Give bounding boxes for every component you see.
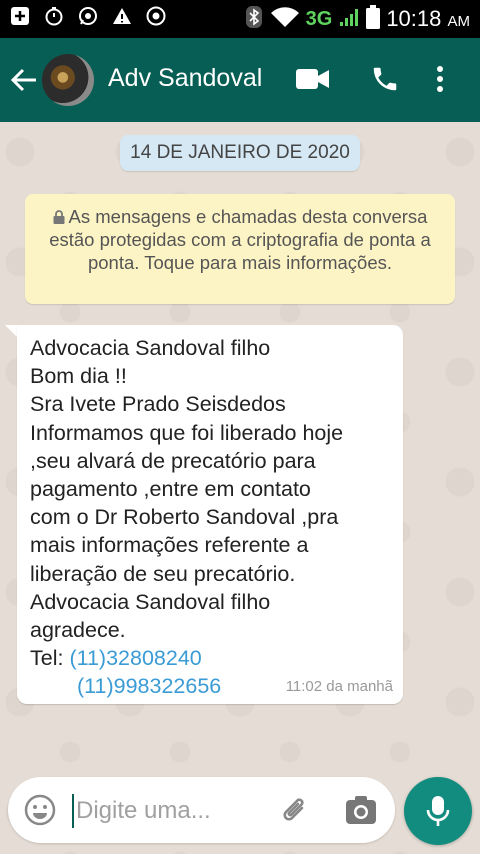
chat-area[interactable]: 14 DE JANEIRO DE 2020 As mensagens e cha… [0, 122, 480, 854]
tel-line: Tel: (11)32808240 [30, 644, 391, 672]
stopwatch-icon [44, 6, 66, 28]
more-options-icon[interactable] [436, 64, 444, 99]
network-type: 3G [305, 7, 333, 30]
contact-name[interactable]: Adv Sandoval [108, 64, 262, 93]
avatar[interactable] [42, 54, 94, 106]
wifi-icon [270, 6, 300, 33]
chat-header: Adv Sandoval [0, 38, 480, 122]
status-bar: 3G 10:18 AM [0, 0, 480, 38]
phone-call-icon[interactable] [370, 64, 400, 99]
video-call-icon[interactable] [296, 68, 330, 95]
bluetooth-icon [244, 5, 264, 34]
message-input[interactable]: Digite uma... [76, 797, 211, 825]
mic-icon [426, 796, 450, 826]
battery-icon [366, 4, 381, 34]
whatsapp-icon [78, 6, 100, 28]
encryption-notice-text: As mensagens e chamadas desta conversa e… [49, 206, 431, 273]
back-arrow-icon[interactable] [10, 66, 38, 94]
clock: 10:18 AM [386, 6, 470, 31]
text-cursor [72, 794, 74, 828]
message-timestamp: 11:02 da manhã [285, 678, 393, 695]
warning-icon [112, 6, 134, 28]
message-text: Advocacia Sandoval filho Bom dia !! Sra … [30, 336, 344, 643]
mic-button[interactable] [404, 777, 472, 845]
signal-icon [338, 6, 360, 33]
message-composer[interactable]: Digite uma... [8, 777, 395, 843]
emoji-icon[interactable] [24, 794, 56, 831]
encryption-notice[interactable]: As mensagens e chamadas desta conversa e… [25, 194, 455, 304]
notification-icons [10, 6, 168, 28]
incoming-message[interactable]: Advocacia Sandoval filho Bom dia !! Sra … [17, 325, 403, 704]
date-chip: 14 DE JANEIRO DE 2020 [120, 135, 360, 171]
chrome-icon [146, 6, 168, 28]
lock-icon [53, 206, 65, 224]
camera-icon[interactable] [345, 795, 377, 830]
plus-box-icon [10, 6, 32, 28]
system-status: 3G 10:18 AM [244, 0, 470, 38]
phone-link-1[interactable]: (11)32808240 [69, 646, 201, 670]
attach-clip-icon[interactable] [278, 794, 312, 833]
tel-label: Tel: [30, 646, 70, 671]
